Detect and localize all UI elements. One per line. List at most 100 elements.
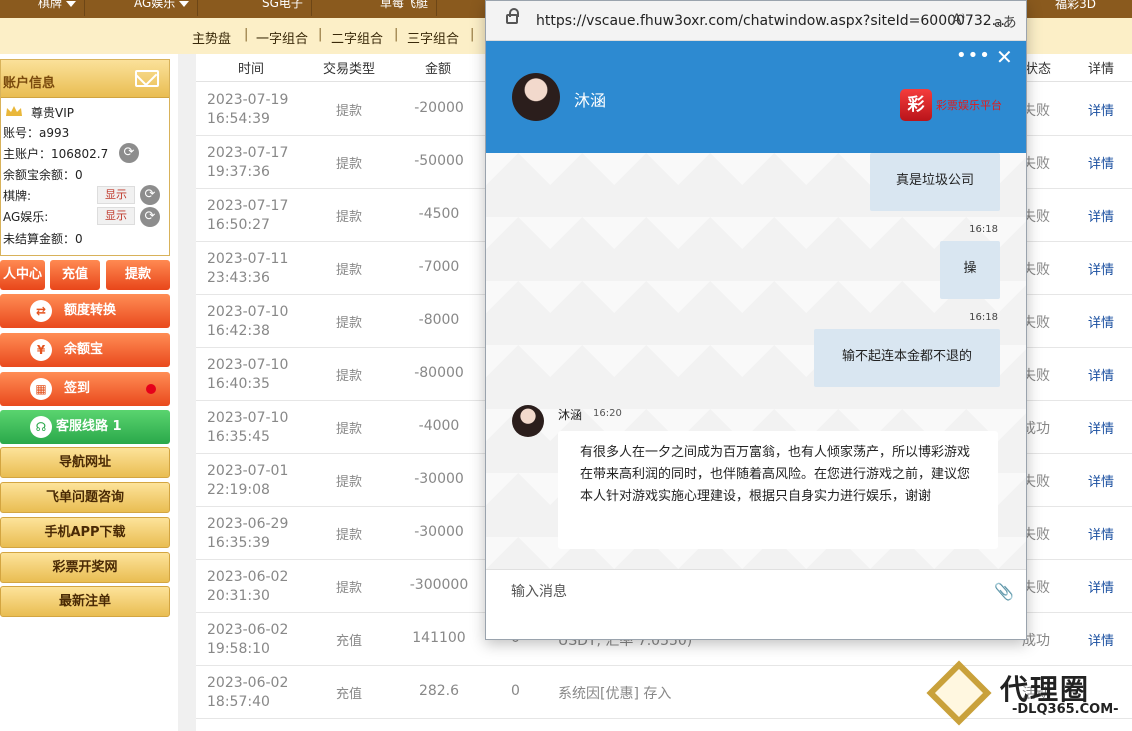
transfer-label: 额度转换 — [64, 303, 117, 318]
divider: | — [244, 27, 249, 42]
cell-clock: 19:58:10 — [207, 641, 270, 657]
cell-amount: 282.6 — [418, 683, 460, 699]
cell-type: 提款 — [336, 528, 363, 543]
detail-link[interactable]: 详情 — [1088, 471, 1114, 490]
cell-time: 2023-06-29 16:35:39 — [207, 515, 288, 553]
agent-avatar-small — [512, 405, 544, 437]
outgoing-message: 操 — [940, 241, 1000, 299]
calendar-icon: ▦ — [30, 378, 52, 400]
nav-tab-sg[interactable]: SG电子 — [254, 0, 312, 16]
read-aloud-icon[interactable]: A⁾ — [952, 12, 965, 28]
notification-dot — [146, 384, 156, 394]
refresh-icon[interactable]: ⟳ — [140, 185, 160, 205]
lock-icon — [506, 8, 519, 24]
customer-service-label: 客服线路 1 — [56, 419, 122, 434]
detail-link[interactable]: 详情 — [1088, 577, 1114, 596]
detail-link[interactable]: 详情 — [1088, 312, 1114, 331]
cell-type: 提款 — [336, 157, 363, 172]
refresh-icon[interactable]: ⟳ — [119, 143, 139, 163]
latest-bets-button[interactable]: 最新注单 — [0, 586, 170, 617]
detail-link[interactable]: 详情 — [1088, 524, 1114, 543]
cell-type: 提款 — [336, 316, 363, 331]
withdraw-button[interactable]: 提款 — [106, 260, 170, 290]
ag-balance-label: AG娱乐: — [3, 210, 49, 224]
nav-url-button[interactable]: 导航网址 — [0, 447, 170, 478]
cell-note: 系统因[优惠] 存入 — [558, 686, 672, 702]
cell-date: 2023-07-10 — [207, 304, 289, 320]
subnav-item[interactable]: 三字组合 — [407, 28, 459, 47]
cell-clock: 16:42:38 — [207, 323, 270, 339]
cell-date: 2023-07-10 — [207, 410, 289, 426]
cell-amount: -8000 — [418, 312, 460, 328]
agent-name: 沐涵 — [574, 91, 607, 110]
cell-time: 2023-07-01 22:19:08 — [207, 462, 288, 500]
qipai-show-button[interactable]: 显示 — [97, 186, 135, 204]
transfer-icon: ⇄ — [30, 300, 52, 322]
address-bar: https://vscaue.fhuw3oxr.com/chatwindow.a… — [486, 1, 1026, 41]
cell-date: 2023-07-11 — [207, 251, 289, 267]
mail-icon[interactable] — [135, 70, 159, 87]
detail-link[interactable]: 详情 — [1088, 259, 1114, 278]
paperclip-icon[interactable]: 📎 — [994, 582, 1014, 601]
message-input[interactable]: 输入消息 — [511, 581, 567, 601]
cell-time: 2023-06-02 20:31:30 — [207, 568, 288, 606]
yuebao-balance: 余额宝余额：0 — [3, 168, 83, 182]
cell-clock: 16:35:39 — [207, 535, 270, 551]
nav-tab-qipai[interactable]: 棋牌 — [30, 0, 86, 16]
cell-date: 2023-07-17 — [207, 198, 289, 214]
chat-header: ••• ✕ 沐涵 彩 彩票娱乐平台 — [486, 41, 1026, 153]
unsettled-amount: 未结算金额：0 — [3, 232, 83, 246]
customer-service-button[interactable]: ☊ 客服线路 1 — [0, 410, 170, 444]
cell-date: 2023-07-01 — [207, 463, 289, 479]
reply-agent-name: 沐涵 — [558, 408, 583, 422]
money-bag-icon: ¥ — [30, 339, 52, 361]
nav-tab-caomei[interactable]: 草莓飞艇 — [372, 0, 438, 16]
detail-link[interactable]: 详情 — [1088, 100, 1114, 119]
subnav-item[interactable]: 主势盘 — [192, 28, 231, 47]
lottery-site-button[interactable]: 彩票开奖网 — [0, 552, 170, 583]
cell-time: 2023-07-10 16:35:45 — [207, 409, 288, 447]
main-account-balance: 主账户：106802.7 — [3, 147, 109, 161]
subnav-item[interactable]: 一字组合 — [256, 28, 308, 47]
ag-show-button[interactable]: 显示 — [97, 207, 135, 225]
yuebao-button[interactable]: ¥ 余额宝 — [0, 333, 170, 367]
cell-type: 提款 — [336, 104, 363, 119]
checkin-button[interactable]: ▦ 签到 — [0, 372, 170, 406]
detail-link[interactable]: 详情 — [1088, 206, 1114, 225]
agent-avatar — [512, 73, 560, 121]
cell-type: 充值 — [336, 687, 363, 702]
detail-link[interactable]: 详情 — [1088, 153, 1114, 172]
detail-link[interactable]: 详情 — [1088, 418, 1114, 437]
cell-type: 提款 — [336, 210, 363, 225]
cell-date: 2023-06-02 — [207, 675, 289, 691]
recharge-button[interactable]: 充值 — [50, 260, 100, 290]
cell-clock: 20:31:30 — [207, 588, 270, 604]
refresh-icon[interactable]: ⟳ — [140, 207, 160, 227]
cell-time: 2023-07-17 16:50:27 — [207, 197, 288, 235]
more-options-icon[interactable]: ••• — [956, 45, 991, 66]
app-download-button[interactable]: 手机APP下载 — [0, 517, 170, 548]
cell-clock: 16:40:35 — [207, 376, 270, 392]
message-time: 16:18 — [969, 312, 998, 323]
close-icon[interactable]: ✕ — [996, 45, 1013, 69]
cell-time: 2023-07-17 19:37:36 — [207, 144, 288, 182]
cell-clock: 19:37:36 — [207, 164, 270, 180]
page-gutter — [178, 54, 196, 731]
flight-consult-button[interactable]: 飞单问题咨询 — [0, 482, 170, 513]
cell-type: 提款 — [336, 263, 363, 278]
chat-input-area[interactable]: 输入消息 📎 — [486, 569, 1026, 639]
transfer-button[interactable]: ⇄ 额度转换 — [0, 294, 170, 328]
cell-clock: 16:35:45 — [207, 429, 270, 445]
header-detail: 详情 — [1088, 62, 1115, 77]
cell-amount: -20000 — [414, 100, 464, 116]
nav-tab-ag[interactable]: AG娱乐 — [126, 0, 199, 16]
subnav-item[interactable]: 二字组合 — [331, 28, 383, 47]
url-text[interactable]: https://vscaue.fhuw3oxr.com/chatwindow.a… — [536, 13, 1005, 29]
detail-link[interactable]: 详情 — [1088, 365, 1114, 384]
detail-link[interactable]: 详情 — [1088, 630, 1114, 649]
nav-tab-fucai3d[interactable]: 福彩3D — [1055, 0, 1096, 12]
cell-time: 2023-06-02 19:58:10 — [207, 621, 288, 659]
translate-icon[interactable]: aあ — [994, 12, 1017, 32]
account-info-title: 账户信息 — [3, 76, 56, 91]
personal-center-button[interactable]: 人中心 — [0, 260, 45, 290]
